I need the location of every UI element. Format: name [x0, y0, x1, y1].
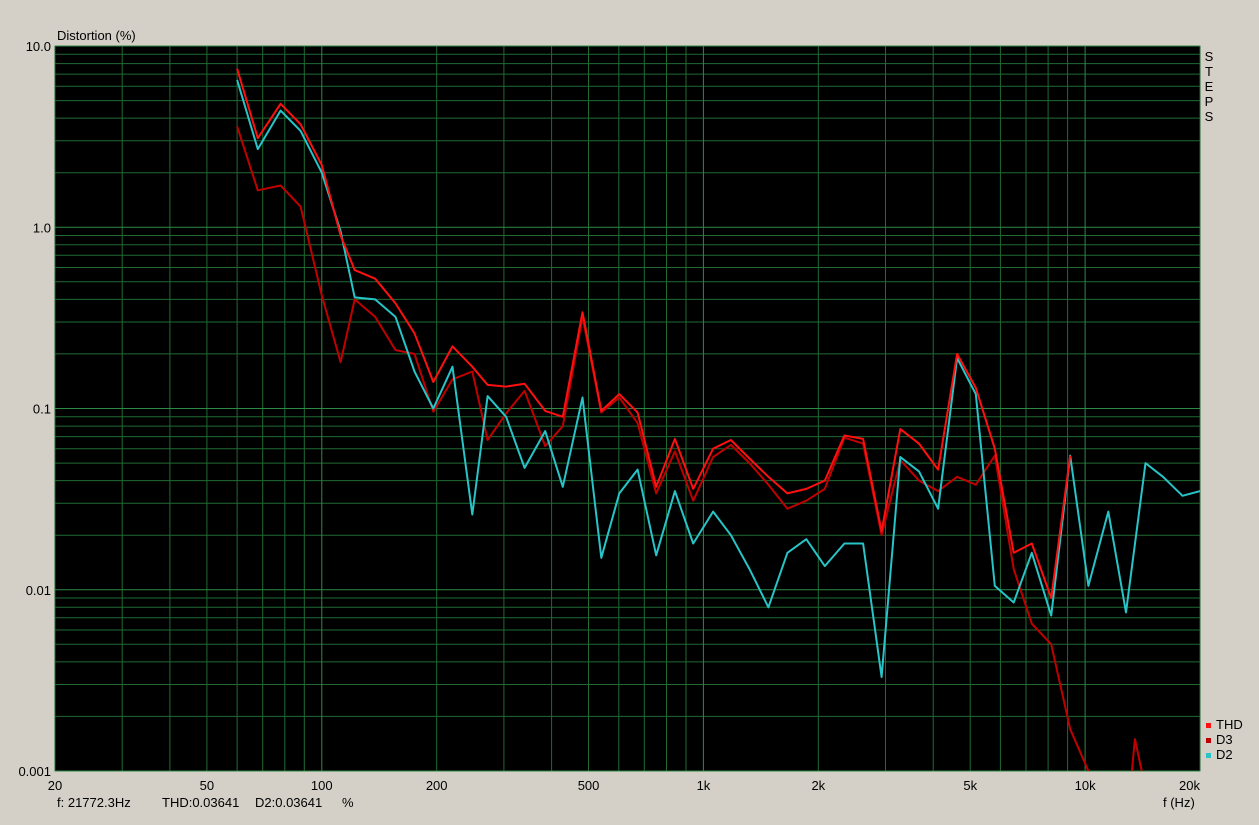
side-label-letter: S	[1205, 49, 1214, 64]
frequency-readout: f: 21772.3Hz	[57, 795, 131, 810]
steps-side-label[interactable]: STEPS	[1205, 49, 1214, 124]
side-label-letter: T	[1205, 64, 1213, 79]
legend-swatch-d3	[1206, 738, 1211, 743]
x-tick-label: 100	[311, 778, 333, 793]
x-tick-label: 50	[200, 778, 214, 793]
legend-label-thd: THD	[1216, 717, 1243, 732]
x-tick-label: 2k	[811, 778, 825, 793]
legend-label-d3: D3	[1216, 732, 1233, 747]
thd-readout: THD:0.03641	[162, 795, 240, 810]
y-tick-label: 0.001	[18, 764, 51, 779]
x-axis-label: f (Hz)	[1163, 795, 1195, 810]
d2-readout: D2:0.03641	[255, 795, 323, 810]
legend-swatch-d2	[1206, 753, 1211, 758]
side-label-letter: E	[1205, 79, 1214, 94]
distortion-chart[interactable]: 10.0 1.0 0.1 0.01 0.001 20 50 100 200 500 1k 2k 5k 1…	[0, 0, 1259, 825]
x-tick-label: 200	[426, 778, 448, 793]
x-tick-labels: 20 50 100 200 500 1k 2k 5k 10k 20k	[48, 778, 1201, 793]
side-label-letter: S	[1205, 109, 1214, 124]
x-tick-label: 1k	[697, 778, 711, 793]
y-axis-label: Distortion (%)	[57, 28, 136, 43]
x-tick-label: 10k	[1075, 778, 1096, 793]
y-tick-label: 0.1	[33, 402, 51, 417]
x-tick-label: 5k	[963, 778, 977, 793]
y-tick-label: 0.01	[26, 583, 51, 598]
legend-label-d2: D2	[1216, 747, 1233, 762]
x-tick-label: 20k	[1179, 778, 1200, 793]
x-tick-label: 500	[578, 778, 600, 793]
x-tick-label: 20	[48, 778, 62, 793]
y-tick-labels: 10.0 1.0 0.1 0.01 0.001	[18, 39, 51, 779]
legend-swatch-thd	[1206, 723, 1211, 728]
readout-unit: %	[342, 795, 354, 810]
y-tick-label: 1.0	[33, 220, 51, 235]
legend: THDD3D2	[1206, 717, 1243, 762]
side-label-letter: P	[1205, 94, 1214, 109]
y-tick-label: 10.0	[26, 39, 51, 54]
